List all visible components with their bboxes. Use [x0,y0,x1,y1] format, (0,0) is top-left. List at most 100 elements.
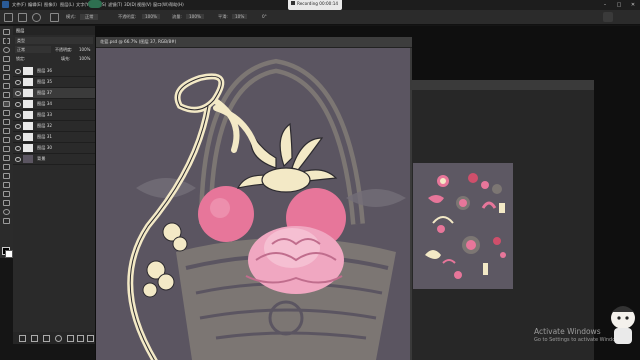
layer-thumbnail [23,67,33,75]
menu-file[interactable]: 文件(F) [12,2,26,9]
layer-name: 图层 31 [37,134,53,139]
path-select-tool-icon[interactable] [3,182,10,188]
brush-settings-icon[interactable] [50,13,59,22]
new-layer-icon[interactable] [77,335,84,342]
eye-icon[interactable] [15,80,21,85]
brush-tool-icon[interactable] [18,13,27,22]
crop-tool-icon[interactable] [3,65,10,71]
app-badge-icon [88,0,102,8]
eye-icon[interactable] [15,124,21,129]
layer-thumbnail [23,155,33,163]
adjustment-layer-icon[interactable] [55,335,62,342]
layers-panel-title[interactable]: 图层 [16,28,24,34]
mask-icon[interactable] [43,335,50,342]
layer-row[interactable]: 背景 [13,154,95,165]
options-bar: 模式: 正常 不透明度: 100% 流量: 100% 平滑: 10% 0° [0,10,640,25]
layer-row[interactable]: 图层 32 [13,121,95,132]
shape-tool-icon[interactable] [3,191,10,197]
mode-select[interactable]: 正常 [80,14,99,20]
layer-opacity-value[interactable]: 100% [79,47,90,52]
layer-row[interactable]: 图层 30 [13,143,95,154]
menu-image[interactable]: 图像(I) [44,2,57,9]
marquee-tool-icon[interactable] [3,38,10,44]
layer-filter-kind[interactable]: 类型 [17,38,25,44]
artwork-canvas[interactable] [96,48,410,360]
layer-row[interactable]: 图层 36 [13,66,95,77]
brush-preset-icon[interactable] [32,13,41,22]
trash-icon[interactable] [87,335,94,342]
menu-layer[interactable]: 图层(L) [60,2,74,9]
layer-thumbnail [23,133,33,141]
eyedropper-tool-icon[interactable] [3,83,10,89]
eye-icon[interactable] [15,135,21,140]
flow-label: 流量: [172,14,182,19]
link-layers-icon[interactable] [19,335,26,342]
healing-brush-tool-icon[interactable] [3,92,10,98]
smoothing-input[interactable]: 10% [232,14,248,19]
layer-name: 图层 36 [37,68,53,73]
eye-icon[interactable] [15,69,21,74]
type-tool-icon[interactable] [3,173,10,179]
group-icon[interactable] [67,335,74,342]
layer-name: 图层 37 [37,90,53,95]
canvas-tab[interactable]: 花篮.psd @ 66.7% (图层 37, RGB/8#) [96,37,412,48]
layer-thumbnail [23,111,33,119]
fill-value[interactable]: 100% [79,56,90,61]
more-tools-icon[interactable] [3,218,10,224]
history-brush-tool-icon[interactable] [3,119,10,125]
brush-tool-icon[interactable] [3,101,10,107]
eye-icon[interactable] [15,113,21,118]
gradient-tool-icon[interactable] [3,137,10,143]
zoom-tool-icon[interactable] [3,209,10,215]
menu-edit[interactable]: 编辑(E) [28,2,42,9]
share-button[interactable] [603,12,613,22]
menu-help[interactable]: 帮助(H) [169,2,184,9]
minimize-button[interactable]: – [598,0,612,10]
reference-artwork [413,163,513,289]
angle-input[interactable]: 0° [262,14,267,19]
eye-icon[interactable] [15,102,21,107]
blend-mode-select[interactable]: 正常 [15,46,51,53]
blur-tool-icon[interactable] [3,146,10,152]
home-icon[interactable] [4,13,13,22]
eraser-tool-icon[interactable] [3,128,10,134]
window-controls: – □ ✕ [598,0,640,10]
menu-window[interactable]: 窗口(W) [153,2,169,9]
eye-icon[interactable] [15,91,21,96]
quick-select-tool-icon[interactable] [3,56,10,62]
layer-row[interactable]: 图层 34 [13,99,95,110]
layer-row-selected[interactable]: 图层 37 [13,88,95,99]
move-tool-icon[interactable] [3,29,10,35]
opacity-label: 不透明度: [118,14,137,19]
layer-row[interactable]: 图层 35 [13,77,95,88]
close-button[interactable]: ✕ [626,0,640,10]
recording-indicator[interactable]: Recording 00:00:14 [288,0,343,10]
stamp-tool-icon[interactable] [3,110,10,116]
speaker-icon [291,1,295,5]
reference-document-tab[interactable] [410,80,594,90]
background-color-swatch[interactable] [5,250,13,258]
maximize-button[interactable]: □ [612,0,626,10]
menu-view[interactable]: 视图(V) [137,2,152,9]
layer-name: 图层 33 [37,112,53,117]
layer-row[interactable]: 图层 31 [13,132,95,143]
layers-panel-header: 图层 [13,26,95,35]
lasso-tool-icon[interactable] [3,47,10,53]
layer-filter-bar[interactable]: 类型 [15,37,93,44]
layer-opacity-label: 不透明度: [55,47,73,52]
pen-tool-icon[interactable] [3,164,10,170]
menu-filter[interactable]: 滤镜(T) [108,2,122,9]
hand-tool-icon[interactable] [3,200,10,206]
dodge-tool-icon[interactable] [3,155,10,161]
menu-3d[interactable]: 3D(D) [124,2,136,9]
opacity-input[interactable]: 100% [142,14,160,19]
layer-row[interactable]: 图层 33 [13,110,95,121]
layer-name: 图层 30 [37,145,53,150]
layer-name: 图层 32 [37,123,53,128]
flow-input[interactable]: 100% [186,14,204,19]
eye-icon[interactable] [15,146,21,151]
frame-tool-icon[interactable] [3,74,10,80]
layer-style-icon[interactable] [31,335,38,342]
eye-icon[interactable] [15,157,21,162]
layer-name: 图层 35 [37,79,53,84]
